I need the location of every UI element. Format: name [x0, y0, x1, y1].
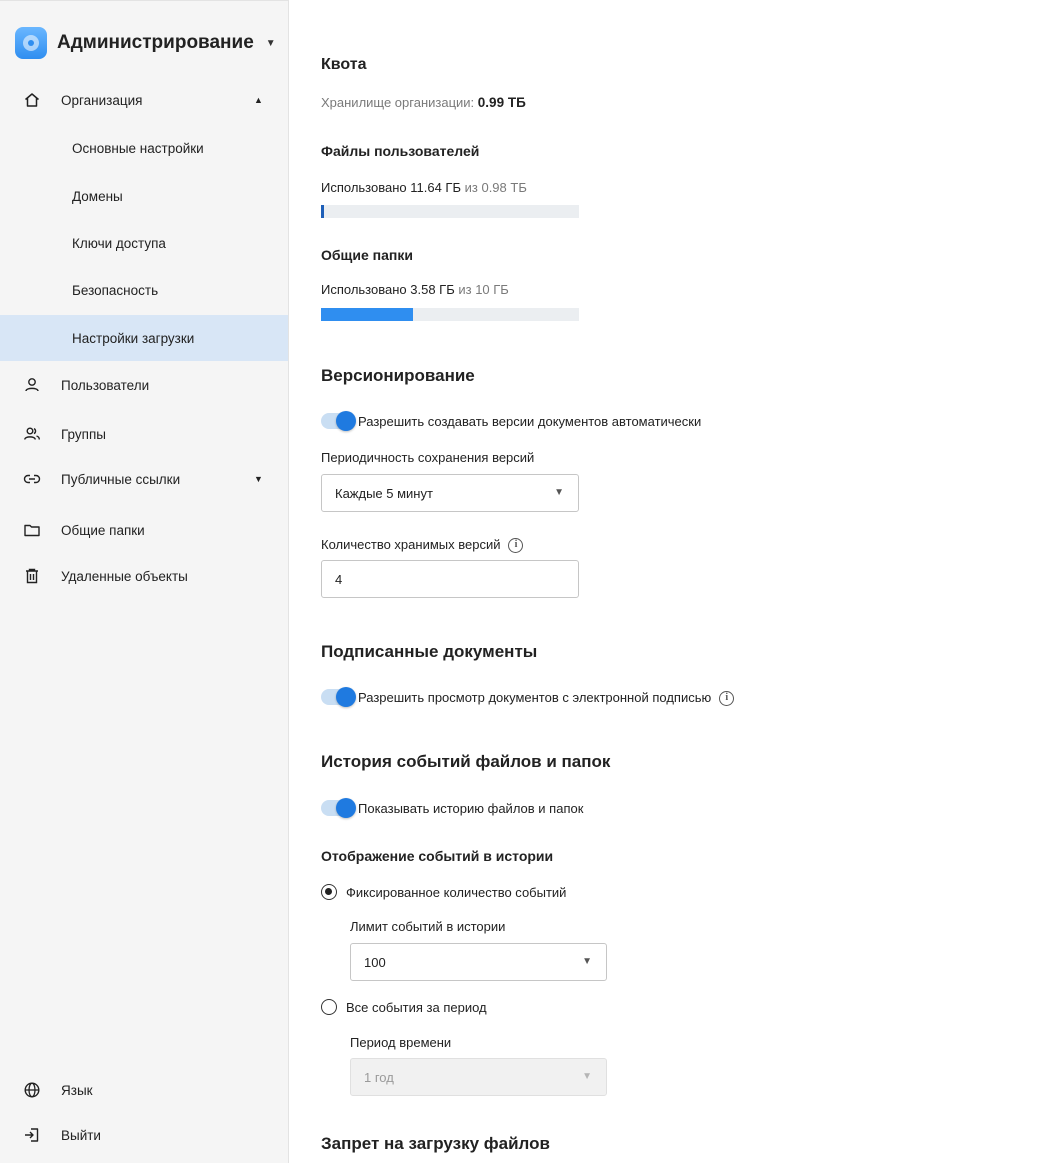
quota-title: Квота: [321, 56, 367, 73]
sidebar-item-groups[interactable]: Группы: [0, 411, 288, 457]
auto-versions-label: Разрешить создавать версии документов ав…: [358, 414, 702, 429]
sidebar-item-label: Общие папки: [61, 522, 145, 538]
sidebar-item-label: Группы: [61, 426, 106, 442]
version-count-value: 4: [335, 572, 343, 587]
toggle-knob: [336, 411, 356, 431]
org-storage: Хранилище организации: 0.99 ТБ: [321, 95, 526, 110]
version-count-input[interactable]: 4: [321, 560, 579, 598]
sidebar-subitem-upload-settings[interactable]: Настройки загрузки: [0, 315, 288, 361]
history-limit-label: Лимит событий в истории: [350, 919, 506, 934]
sidebar-subitem-general[interactable]: Основные настройки: [0, 125, 288, 171]
sidebar-item-label: Публичные ссылки: [61, 471, 181, 487]
sidebar-item-users[interactable]: Пользователи: [0, 362, 288, 408]
sidebar-item-label: Организация: [61, 92, 143, 108]
signed-docs-label: Разрешить просмотр документов с электрон…: [358, 690, 735, 707]
folder-icon: [21, 519, 43, 541]
auto-versions-toggle[interactable]: [321, 411, 356, 431]
app-logo-icon: [15, 27, 47, 59]
sidebar-item-label: Выйти: [61, 1127, 101, 1143]
history-toggle[interactable]: [321, 798, 356, 818]
globe-icon: [21, 1079, 43, 1101]
radio-all-period[interactable]: [321, 999, 337, 1015]
logout-icon: [21, 1124, 43, 1146]
home-icon: [21, 89, 43, 111]
sidebar-item-language[interactable]: Язык: [0, 1067, 288, 1113]
upload-ban-title: Запрет на загрузку файлов: [321, 1134, 550, 1153]
chevron-down-icon: ▼: [265, 37, 276, 49]
history-toggle-label: Показывать историю файлов и папок: [358, 801, 584, 816]
sidebar-item-shared-folders[interactable]: Общие папки: [0, 507, 288, 553]
shared-folders-progress: [321, 308, 579, 321]
sidebar-item-label: Пользователи: [61, 377, 150, 393]
sidebar-subitem-label: Ключи доступа: [72, 235, 166, 251]
info-icon[interactable]: i: [508, 538, 524, 554]
sidebar-item-public-links[interactable]: Публичные ссылки ▼: [0, 456, 288, 502]
org-storage-label: Хранилище организации:: [321, 95, 475, 110]
toggle-knob: [336, 798, 356, 818]
history-limit-select[interactable]: 100 ▼: [350, 943, 607, 981]
sidebar-item-organization[interactable]: Организация ▲: [0, 77, 288, 123]
shared-folders-title: Общие папки: [321, 247, 413, 263]
signed-docs-label-text: Разрешить просмотр документов с электрон…: [358, 690, 712, 705]
version-count-label-text: Количество хранимых версий: [321, 537, 501, 552]
user-files-progress-fill: [321, 205, 325, 218]
user-files-used: Использовано 11.64 ГБ: [321, 180, 461, 195]
sidebar-item-deleted-objects[interactable]: Удаленные объекты: [0, 553, 288, 599]
sidebar-subitem-label: Безопасность: [72, 282, 159, 298]
link-icon: [21, 468, 43, 490]
history-period-value: 1 год: [364, 1070, 394, 1085]
chevron-up-icon: ▲: [254, 95, 263, 105]
history-display-title: Отображение событий в истории: [321, 848, 554, 864]
shared-folders-progress-fill: [321, 308, 414, 321]
app-switcher[interactable]: Администрирование ▼: [15, 27, 276, 59]
chevron-down-icon: ▼: [554, 487, 564, 498]
users-icon: [21, 423, 43, 445]
chevron-down-icon: ▼: [582, 956, 592, 967]
sidebar-item-label: Удаленные объекты: [61, 568, 188, 584]
sidebar-subitem-label: Домены: [72, 188, 123, 204]
version-period-select[interactable]: Каждые 5 минут ▼: [321, 474, 579, 512]
sidebar-subitem-label: Настройки загрузки: [72, 330, 195, 346]
info-icon[interactable]: i: [719, 691, 735, 707]
toggle-knob: [336, 687, 356, 707]
chevron-down-icon: ▼: [254, 474, 263, 484]
signed-docs-toggle[interactable]: [321, 687, 356, 707]
sidebar-subitem-access-keys[interactable]: Ключи доступа: [0, 220, 288, 266]
app-title: Администрирование: [57, 32, 254, 53]
radio-all-period-label: Все события за период: [346, 1000, 487, 1015]
trash-icon: [21, 565, 43, 587]
signed-docs-title: Подписанные документы: [321, 642, 538, 661]
radio-fixed-count-label: Фиксированное количество событий: [346, 885, 567, 900]
history-period-select: 1 год ▼: [350, 1058, 607, 1096]
version-period-label: Периодичность сохранения версий: [321, 450, 535, 465]
version-period-value: Каждые 5 минут: [335, 486, 433, 501]
history-limit-value: 100: [364, 955, 386, 970]
history-period-label: Период времени: [350, 1035, 452, 1050]
user-files-total: из 0.98 ТБ: [464, 180, 527, 195]
user-files-progress: [321, 205, 579, 218]
sidebar: Администрирование ▼ Организация ▲ Основн…: [0, 0, 289, 1163]
sidebar-subitem-domains[interactable]: Домены: [0, 173, 288, 219]
shared-folders-usage: Использовано 3.58 ГБ из 10 ГБ: [321, 282, 509, 297]
version-count-label: Количество хранимых версий i: [321, 537, 524, 554]
sidebar-subitem-security[interactable]: Безопасность: [0, 267, 288, 313]
sidebar-item-label: Язык: [61, 1082, 93, 1098]
user-files-title: Файлы пользователей: [321, 143, 480, 159]
history-title: История событий файлов и папок: [321, 752, 611, 771]
sidebar-subitem-label: Основные настройки: [72, 140, 204, 156]
shared-folders-total: из 10 ГБ: [458, 282, 509, 297]
chevron-down-icon: ▼: [582, 1071, 592, 1082]
versioning-title: Версионирование: [321, 366, 475, 385]
org-storage-value: 0.99 ТБ: [477, 95, 526, 110]
user-files-usage: Использовано 11.64 ГБ из 0.98 ТБ: [321, 180, 527, 195]
shared-folders-used: Использовано 3.58 ГБ: [321, 282, 455, 297]
radio-fixed-count[interactable]: [321, 884, 337, 900]
user-icon: [21, 374, 43, 396]
sidebar-item-logout[interactable]: Выйти: [0, 1112, 288, 1158]
